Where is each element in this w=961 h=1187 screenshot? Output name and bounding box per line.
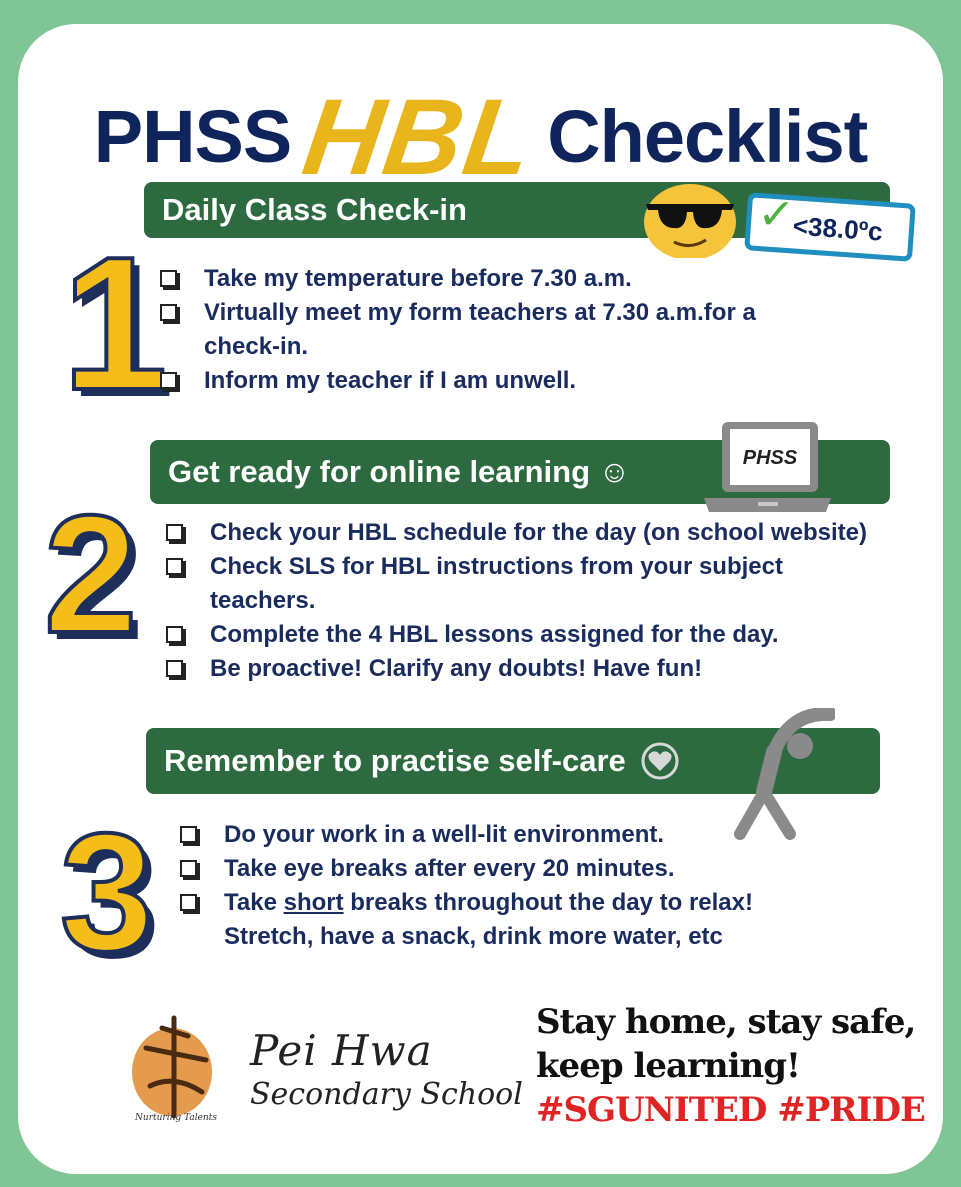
logo-text: Nurturing Talents	[134, 1113, 217, 1123]
cool-sunglasses-emoji-icon	[644, 184, 736, 258]
checkbox-icon	[160, 372, 177, 389]
list-item: Take eye breaks after every 20 minutes.	[176, 852, 816, 886]
checkbox-icon	[160, 270, 177, 287]
checkbox-icon	[180, 860, 197, 877]
school-name: Pei Hwa Secondary School	[250, 1026, 523, 1112]
section-2-number: 2	[42, 478, 139, 670]
section-3-list: Do your work in a well-lit environment. …	[176, 818, 816, 954]
slogan-line1: Stay home, stay safe,	[536, 1002, 916, 1042]
checkbox-icon	[160, 304, 177, 321]
checkbox-icon	[166, 660, 183, 677]
checkbox-icon	[166, 626, 183, 643]
list-item: Inform my teacher if I am unwell.	[156, 364, 836, 398]
title-hbl: HBL	[296, 76, 542, 197]
page-title: PHSSHBLChecklist	[0, 74, 961, 199]
checkbox-icon	[180, 894, 197, 911]
section-1-list: Take my temperature before 7.30 a.m. Vir…	[156, 262, 836, 398]
checkbox-icon	[166, 524, 183, 541]
list-item: Virtually meet my form teachers at 7.30 …	[156, 296, 836, 364]
slogan-line2: keep learning!	[536, 1046, 801, 1086]
laptop-label: PHSS	[743, 447, 798, 469]
title-checklist: Checklist	[547, 95, 868, 178]
list-item: Take short breaks throughout the day to …	[176, 886, 816, 954]
school-name-line1: Pei Hwa	[250, 1026, 433, 1075]
list-item: Check SLS for HBL instructions from your…	[162, 550, 870, 618]
school-logo: Nurturing Talents	[132, 1015, 217, 1123]
laptop-icon: PHSS	[704, 422, 831, 512]
checkbox-icon	[180, 826, 197, 843]
section-3-heading: Remember to practise self-care	[164, 743, 626, 778]
underlined-word: short	[283, 889, 344, 916]
list-item: Complete the 4 HBL lessons assigned for …	[162, 618, 922, 652]
list-item: Check your HBL schedule for the day (on …	[162, 516, 922, 550]
section-3-number: 3	[58, 796, 155, 988]
slogan-hashtags: #SGUNITED #PRIDE	[536, 1090, 926, 1130]
temperature-badge: ✓ <38.0ºc	[744, 189, 916, 262]
section-1-number: 1	[60, 216, 170, 432]
title-phss: PHSS	[93, 95, 293, 178]
temperature-limit: <38.0ºc	[791, 210, 884, 247]
checkbox-icon	[166, 558, 183, 575]
list-item: Be proactive! Clarify any doubts! Have f…	[162, 652, 922, 686]
list-item: Take my temperature before 7.30 a.m.	[156, 262, 836, 296]
school-name-line2: Secondary School	[250, 1077, 523, 1112]
section-1-heading: Daily Class Check-in	[162, 192, 467, 227]
section-2-list: Check your HBL schedule for the day (on …	[162, 516, 922, 686]
slogan: Stay home, stay safe, keep learning! #SG…	[536, 1000, 926, 1132]
list-item: Do your work in a well-lit environment.	[176, 818, 816, 852]
checkmark-icon: ✓	[756, 188, 797, 241]
heart-icon	[641, 742, 679, 780]
section-2-heading: Get ready for online learning ☺	[168, 454, 631, 489]
